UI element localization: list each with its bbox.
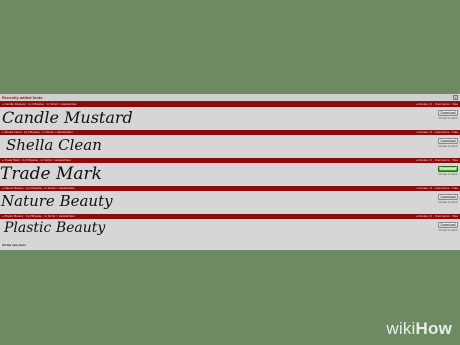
font-preview[interactable]: Candle Mustard [2, 108, 133, 127]
wikihow-watermark: wikiHow [386, 319, 452, 339]
all-new-fonts-link[interactable]: All the new fonts [2, 243, 26, 247]
download-button[interactable]: Download [438, 110, 458, 116]
font-row-body: Trade Mark Download Donate to author [0, 163, 460, 186]
donate-link[interactable]: Donate to author [439, 173, 458, 176]
font-row-body: Nature Beauty Download Donate to author [0, 191, 460, 214]
download-button[interactable]: Download [438, 138, 458, 144]
download-button[interactable]: Download [438, 166, 458, 172]
font-preview[interactable]: Nature Beauty [1, 192, 113, 210]
panel-title: Recently added fonts [2, 94, 43, 100]
recent-fonts-panel: Recently added fonts x » Candle Mustard … [0, 94, 460, 250]
donate-link[interactable]: Donate to author [439, 201, 458, 204]
donate-link[interactable]: Donate to author [439, 117, 458, 120]
font-row-body: Shella Clean Download Donate to author [0, 135, 460, 158]
font-row: » Shella Clean · by Fiftywise · in Scrip… [0, 130, 460, 158]
download-button[interactable]: Download [438, 194, 458, 200]
watermark-how: How [415, 319, 452, 338]
font-row: » Trade Mark · by Fiftywise · in Script … [0, 158, 460, 186]
font-row: » Plastic Beauty · by Fiftywise · in Scr… [0, 214, 460, 242]
font-row: » Nature Beauty · by Fiftywise · in Scri… [0, 186, 460, 214]
panel-header: Recently added fonts x [0, 94, 460, 102]
font-row: » Candle Mustard · by Fiftywise · in Scr… [0, 102, 460, 130]
donate-link[interactable]: Donate to author [439, 229, 458, 232]
watermark-wiki: wiki [386, 319, 416, 338]
font-preview[interactable]: Trade Mark [0, 164, 102, 184]
download-button[interactable]: Download [438, 222, 458, 228]
font-row-body: Candle Mustard Download Donate to author [0, 107, 460, 130]
font-preview[interactable]: Plastic Beauty [4, 220, 105, 236]
donate-link[interactable]: Donate to author [439, 145, 458, 148]
font-row-body: Plastic Beauty Download Donate to author [0, 219, 460, 242]
font-preview[interactable]: Shella Clean [6, 136, 102, 154]
close-icon[interactable]: x [453, 95, 458, 100]
